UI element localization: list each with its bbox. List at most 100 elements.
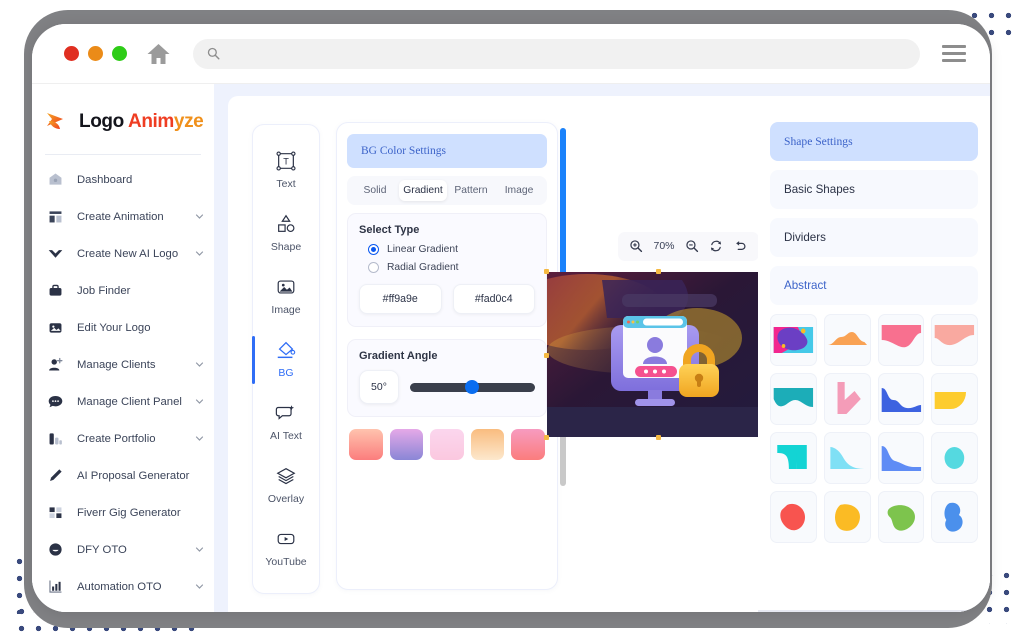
gradient-preset-violet-purple[interactable]: [389, 429, 424, 460]
tool-shape[interactable]: Shape: [253, 202, 319, 265]
selection-handle-bc[interactable]: [656, 434, 661, 440]
selection-handle-bl[interactable]: [544, 434, 549, 440]
tab-gradient[interactable]: Gradient: [399, 180, 447, 201]
sidebar-divider: [45, 154, 201, 155]
gradient-preset-rose-pink[interactable]: [511, 429, 545, 460]
accordion-dividers[interactable]: Dividers: [770, 218, 978, 257]
tool-label: YouTube: [265, 555, 307, 568]
tool-label: AI Text: [270, 429, 302, 442]
screenshot-root: Logo Animyze Dashboard Create Animation …: [0, 0, 1024, 644]
slider-thumb[interactable]: [465, 380, 479, 394]
ai-text-tool-icon: [275, 405, 295, 420]
tool-overlay[interactable]: Overlay: [253, 453, 319, 516]
sidebar-item-edit-your-logo[interactable]: Edit Your Logo: [32, 309, 214, 346]
color-hex-field-1[interactable]: #ff9a9e: [359, 284, 442, 314]
sidebar-item-manage-clients[interactable]: Manage Clients: [32, 346, 214, 383]
search-input[interactable]: [229, 46, 906, 61]
chevron-down-icon[interactable]: [195, 397, 204, 406]
chevron-down-icon[interactable]: [195, 212, 204, 221]
home-icon[interactable]: [146, 43, 171, 65]
chevron-down-icon[interactable]: [195, 434, 204, 443]
gradient-preset-soft-pink[interactable]: [430, 429, 464, 460]
shape-blob-red[interactable]: [770, 491, 817, 543]
refresh-icon[interactable]: [707, 237, 726, 256]
selection-handle-tc[interactable]: [656, 268, 661, 274]
chevron-down-icon[interactable]: [195, 249, 204, 258]
shapes-panel: Shape Settings Basic Shapes Dividers Abs…: [758, 108, 990, 612]
sidebar-item-automation-oto[interactable]: Automation OTO: [32, 568, 214, 605]
tool-image[interactable]: Image: [253, 265, 319, 328]
minimize-window-button[interactable]: [88, 46, 103, 61]
accordion-shape-settings[interactable]: Shape Settings: [770, 122, 978, 161]
hamburger-menu-icon[interactable]: [942, 45, 966, 62]
shape-slope-curve-skyblue[interactable]: [823, 432, 871, 484]
close-window-button[interactable]: [64, 46, 79, 61]
shape-quarter-circle-yellow[interactable]: [931, 373, 978, 425]
browser-window: Logo Animyze Dashboard Create Animation …: [32, 24, 990, 612]
shape-wave-step-blue[interactable]: [877, 373, 925, 425]
text-tool-icon: T: [276, 151, 296, 171]
maximize-window-button[interactable]: [112, 46, 127, 61]
gradient-preset-orange-cream[interactable]: [470, 429, 505, 460]
radio-indicator[interactable]: [368, 262, 379, 273]
tool-youtube[interactable]: YouTube: [253, 516, 319, 579]
sidebar-item-job-finder[interactable]: Job Finder: [32, 272, 214, 309]
accordion-abstract[interactable]: Abstract: [770, 266, 978, 305]
shape-corner-arrow-pink[interactable]: [823, 373, 871, 425]
tab-pattern[interactable]: Pattern: [447, 180, 495, 201]
radio-linear-gradient[interactable]: Linear Gradient: [368, 244, 535, 255]
zoom-in-icon[interactable]: [627, 237, 646, 256]
selection-handle-ml[interactable]: [544, 352, 549, 358]
accordion-basic-shapes[interactable]: Basic Shapes: [770, 170, 978, 209]
sidebar-item-dashboard[interactable]: Dashboard: [32, 161, 214, 198]
gradient-angle-value[interactable]: 50°: [359, 370, 399, 404]
radio-indicator[interactable]: [368, 244, 379, 255]
shape-blob-green[interactable]: [877, 491, 925, 543]
color-hex-field-2[interactable]: #fad0c4: [452, 284, 535, 314]
browser-search-bar[interactable]: [193, 38, 920, 69]
sidebar-label: Automation OTO: [77, 580, 162, 593]
tool-bg[interactable]: BG: [252, 328, 319, 391]
shape-circle-blob-aqua[interactable]: [931, 432, 978, 484]
chevron-down-icon[interactable]: [195, 582, 204, 591]
radio-radial-gradient[interactable]: Radial Gradient: [368, 262, 535, 273]
shape-wave-partial-peach[interactable]: [931, 314, 978, 366]
sidebar-item-fiverr-gig-generator[interactable]: Fiverr Gig Generator: [32, 494, 214, 531]
sidebar-item-create-new-ai-logo[interactable]: Create New AI Logo: [32, 235, 214, 272]
selection-handle-tl[interactable]: [544, 268, 549, 274]
sidebar-item-create-animation[interactable]: Create Animation: [32, 198, 214, 235]
sidebar-label: DFY OTO: [77, 543, 127, 556]
shape-wave-curve-teal[interactable]: [770, 373, 817, 425]
shape-wave-hill-orange[interactable]: [823, 314, 871, 366]
zoom-level: 70%: [653, 240, 675, 252]
canvas-artwork[interactable]: [547, 271, 769, 437]
logo-mark-icon: [47, 113, 63, 129]
tool-ai-text[interactable]: AI Text: [253, 390, 319, 453]
shape-blob-yellow[interactable]: [823, 491, 871, 543]
sidebar-item-ai-proposal-generator[interactable]: AI Proposal Generator: [32, 457, 214, 494]
editor-card: T Text Shape Image BG AI Text Overlay Yo…: [228, 96, 990, 612]
tab-image[interactable]: Image: [495, 180, 543, 201]
sidebar-item-manage-client-panel[interactable]: Manage Client Panel: [32, 383, 214, 420]
tab-solid[interactable]: Solid: [351, 180, 399, 201]
shape-wave-drop-pink[interactable]: [877, 314, 925, 366]
chevron-down-icon[interactable]: [195, 360, 204, 369]
canvas-area: 70%: [544, 96, 772, 612]
overlay-layers-icon: [276, 467, 296, 484]
zoom-out-icon[interactable]: [683, 237, 702, 256]
youtube-tool-icon: [277, 533, 295, 544]
chevron-down-icon[interactable]: [195, 545, 204, 554]
traffic-lights: [64, 46, 127, 61]
shape-wave-slope-royalblue[interactable]: [877, 432, 925, 484]
sidebar-item-dfy-oto[interactable]: DFY OTO: [32, 531, 214, 568]
brand-logo[interactable]: Logo Animyze: [32, 94, 214, 144]
undo-icon[interactable]: [731, 237, 750, 256]
tool-text[interactable]: T Text: [253, 139, 319, 202]
shape-abstract-blob-multicolor[interactable]: [770, 314, 817, 366]
sidebar-item-create-portfolio[interactable]: Create Portfolio: [32, 420, 214, 457]
gradient-preset-peach-coral[interactable]: [349, 429, 383, 460]
brand-text-logo: Logo: [79, 111, 128, 132]
shape-blob-blue[interactable]: [931, 491, 978, 543]
shape-corner-notch-cyan[interactable]: [770, 432, 817, 484]
gradient-angle-slider[interactable]: [410, 380, 535, 394]
